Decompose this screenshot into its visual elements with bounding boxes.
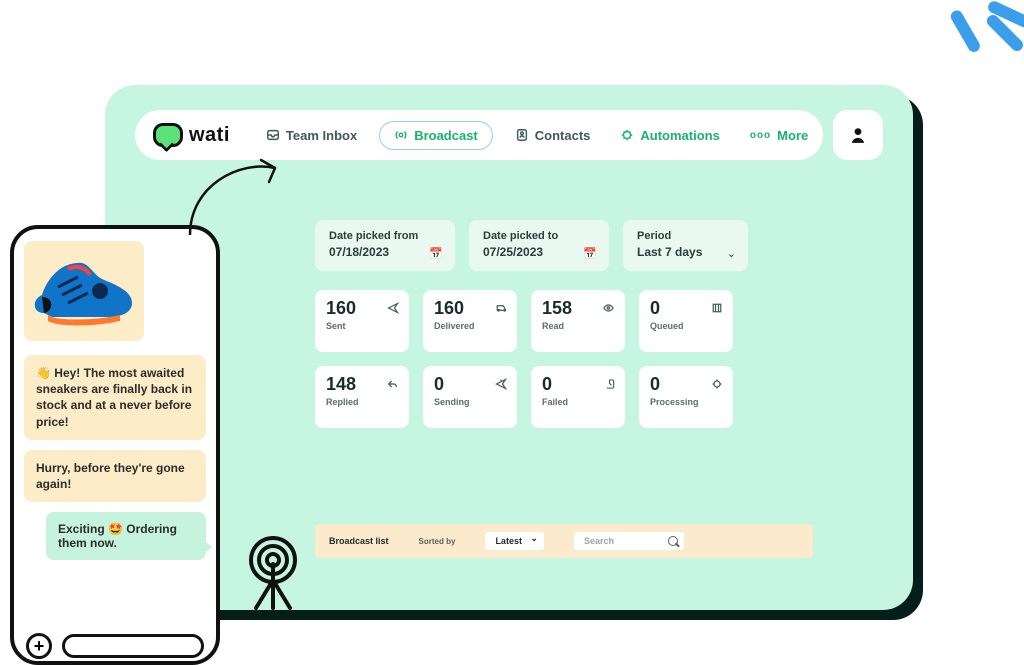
broadcast-panel: Date picked from 07/18/2023 📅 Date picke… [275, 195, 853, 580]
filter-label: Date picked from [329, 230, 441, 242]
person-icon [849, 126, 867, 144]
filter-label: Period [637, 230, 734, 242]
date-to-filter[interactable]: Date picked to 07/25/2023 📅 [469, 220, 609, 271]
brand-logo: wati [153, 123, 230, 147]
nav-contacts[interactable]: Contacts [507, 122, 599, 149]
nav-label: Team Inbox [286, 128, 357, 143]
eye-icon [602, 301, 615, 319]
stat-label: Replied [326, 397, 398, 407]
pointer-arrow [180, 150, 290, 240]
stat-read: 158 Read [531, 290, 625, 352]
profile-button[interactable] [833, 110, 883, 160]
stat-label: Queued [650, 321, 722, 331]
stat-label: Sending [434, 397, 506, 407]
calendar-icon: 📅 [429, 247, 443, 260]
decorative-burst [948, 15, 994, 51]
stat-label: Delivered [434, 321, 506, 331]
broadcast-list-bar: Broadcast list Sorted by Latest Search [315, 524, 813, 558]
stat-sent: 160 Sent [315, 290, 409, 352]
stat-label: Read [542, 321, 614, 331]
broadcast-icon [394, 128, 408, 142]
nav-team-inbox[interactable]: Team Inbox [258, 122, 365, 149]
stats-grid: 160 Sent 160 Delivered 158 Read 0 Queued… [315, 290, 733, 428]
brand-name: wati [189, 124, 230, 147]
nav-automations[interactable]: Automations [612, 122, 727, 149]
queued-icon [711, 301, 723, 319]
chevron-down-icon: ⌄ [727, 247, 736, 260]
stat-sending: 0 Sending [423, 366, 517, 428]
message-input[interactable] [62, 634, 204, 658]
broadcast-list-title: Broadcast list [329, 536, 389, 546]
delivered-icon [495, 301, 507, 319]
nav-label: Broadcast [414, 128, 478, 143]
filter-value: Last 7 days [637, 245, 702, 259]
inbox-icon [266, 128, 280, 142]
stat-queued: 0 Queued [639, 290, 733, 352]
stat-label: Failed [542, 397, 614, 407]
broadcast-search[interactable]: Search [574, 532, 684, 550]
stat-label: Sent [326, 321, 398, 331]
calendar-icon: 📅 [583, 247, 597, 260]
chat-bubble-icon [153, 123, 183, 147]
reply-icon [386, 377, 399, 395]
nav-more[interactable]: ooo More [742, 122, 816, 149]
sneaker-illustration [24, 241, 144, 341]
nav-broadcast[interactable]: Broadcast [379, 121, 493, 150]
stat-processing: 0 Processing [639, 366, 733, 428]
filter-value: 07/25/2023 [483, 245, 543, 259]
sending-icon [495, 377, 507, 395]
search-placeholder: Search [584, 536, 614, 546]
send-icon [387, 301, 399, 319]
stat-replied: 148 Replied [315, 366, 409, 428]
stat-label: Processing [650, 397, 722, 407]
chat-reply: Exciting 🤩 Ordering them now. [46, 512, 206, 560]
nav-label: More [777, 128, 808, 143]
failed-icon [604, 377, 615, 395]
chat-message-2: Hurry, before they're gone again! [24, 450, 206, 502]
processing-icon [711, 377, 723, 395]
stat-failed: 0 Failed [531, 366, 625, 428]
period-filter[interactable]: Period Last 7 days ⌄ [623, 220, 748, 271]
phone-mock: 👋 Hey! The most awaited sneakers are fin… [10, 225, 220, 665]
filter-value: 07/18/2023 [329, 245, 389, 259]
date-from-filter[interactable]: Date picked from 07/18/2023 📅 [315, 220, 455, 271]
filter-row: Date picked from 07/18/2023 📅 Date picke… [315, 220, 748, 271]
nav-label: Contacts [535, 128, 591, 143]
nav-label: Automations [640, 128, 719, 143]
filter-label: Date picked to [483, 230, 595, 242]
stat-delivered: 160 Delivered [423, 290, 517, 352]
automations-icon [620, 128, 634, 142]
phone-compose-bar: + [26, 623, 204, 663]
chat-message-1: 👋 Hey! The most awaited sneakers are fin… [24, 355, 206, 440]
sort-select[interactable]: Latest [485, 532, 544, 550]
contacts-icon [515, 128, 529, 142]
more-icon: ooo [750, 130, 771, 141]
product-image-card [24, 241, 144, 341]
attach-button[interactable]: + [26, 633, 52, 659]
antenna-icon [238, 530, 308, 610]
sorted-by-label: Sorted by [419, 537, 456, 546]
